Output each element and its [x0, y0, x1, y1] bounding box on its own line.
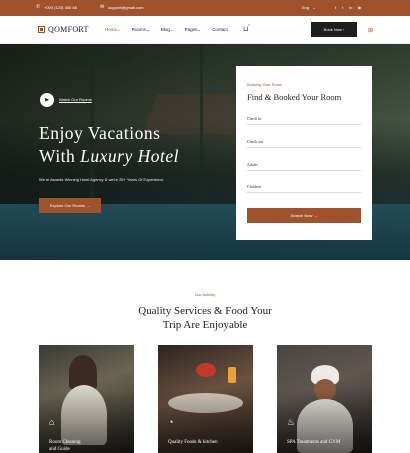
- activity-card-cleaning[interactable]: ⌂ Room Cleaning and Guide: [39, 345, 134, 453]
- top-bar: ✆ +000 (123) 456 88 ✉ support@gmail.com …: [0, 0, 410, 16]
- chevron-right-icon: ›: [247, 115, 249, 120]
- search-now-button[interactable]: Search Now →: [247, 208, 361, 223]
- email-contact[interactable]: ✉ support@gmail.com: [100, 4, 144, 11]
- play-icon: ▶: [45, 97, 49, 103]
- cart-button[interactable]: ⊔ 0: [243, 23, 250, 33]
- hero-section: ▶ Watch Our Rooms Enjoy Vacations With L…: [0, 44, 410, 260]
- booking-tag: Booking Your Room: [247, 82, 283, 87]
- activity-card-food[interactable]: ◔ Quality Foods & kitchen: [158, 345, 253, 453]
- language-label: Eng: [302, 5, 310, 10]
- logo-icon: [38, 26, 45, 33]
- chevron-right-icon: ›: [247, 161, 249, 166]
- logo[interactable]: QOMFORT: [38, 25, 89, 34]
- book-now-button[interactable]: Book Now ›: [311, 22, 357, 37]
- chevron-down-icon: ⌄: [312, 5, 316, 10]
- activity-title: Quality Services & Food Your Trip Are En…: [138, 305, 272, 331]
- twitter-icon[interactable]: t: [342, 5, 343, 10]
- spa-icon: ♨: [287, 417, 296, 427]
- chevron-right-icon: ›: [247, 138, 249, 143]
- card-label: SPA Treatments and GYM: [287, 440, 341, 445]
- cleaning-icon: ⌂: [49, 417, 55, 427]
- adults-field[interactable]: Adults ›: [247, 157, 361, 171]
- hero-title: Enjoy Vacations With Luxury Hotel: [39, 123, 180, 166]
- nav-item-pages[interactable]: Pages⌄: [185, 27, 202, 33]
- youtube-icon[interactable]: ▶: [358, 5, 361, 10]
- palm-trunk: [200, 44, 203, 204]
- nav-item-rooms[interactable]: Rooms⌄: [132, 27, 150, 33]
- hero-subtitle: We're Awards Winning Hotel Agency & we'r…: [39, 177, 164, 182]
- play-video-button[interactable]: ▶: [40, 93, 54, 107]
- activity-card-spa[interactable]: ♨ SPA Treatments and GYM: [277, 345, 372, 453]
- activity-tag: Our Activity: [194, 292, 216, 297]
- card-label: Room Cleaning and Guide: [49, 440, 81, 452]
- card-label: Quality Foods & kitchen: [168, 440, 218, 445]
- palm-leaves: [60, 49, 130, 67]
- check-in-field[interactable]: Check in ›: [247, 111, 361, 125]
- logo-text: QOMFORT: [48, 25, 89, 34]
- phone-icon: ✆: [36, 4, 41, 10]
- nav-menu: Home⌄ Rooms⌄ Blog⌄ Pages⌄ Contact: [105, 27, 228, 33]
- chevron-right-icon: ›: [247, 183, 249, 188]
- booking-form: Booking Your Room Find & Booked Your Roo…: [236, 66, 372, 240]
- grid-menu-icon[interactable]: ⊞: [368, 27, 373, 34]
- nav-item-blog[interactable]: Blog⌄: [161, 27, 174, 33]
- children-field[interactable]: Children ›: [247, 179, 361, 193]
- facebook-icon[interactable]: f: [335, 5, 336, 10]
- check-out-field[interactable]: Check out ›: [247, 134, 361, 148]
- shopping-bag-icon: ⊔: [243, 26, 249, 33]
- email-icon: ✉: [100, 4, 105, 10]
- phone-text: +000 (123) 456 88: [44, 5, 77, 10]
- instagram-icon[interactable]: in: [349, 5, 352, 10]
- main-nav: QOMFORT Home⌄ Rooms⌄ Blog⌄ Pages⌄ Contac…: [0, 16, 410, 44]
- cart-count: 0: [248, 23, 250, 27]
- nav-item-home[interactable]: Home⌄: [105, 27, 121, 33]
- email-text: support@gmail.com: [108, 5, 144, 10]
- booking-title: Find & Booked Your Room: [247, 92, 342, 102]
- nav-item-contact[interactable]: Contact: [212, 27, 228, 33]
- social-links: f t in ▶: [335, 5, 361, 10]
- food-icon: ◔: [168, 417, 174, 427]
- language-select[interactable]: Eng ⌄: [302, 5, 315, 10]
- watch-rooms-link[interactable]: Watch Our Rooms: [59, 97, 92, 102]
- explore-rooms-button[interactable]: Explore Our Rooms →: [39, 198, 101, 213]
- phone-contact[interactable]: ✆ +000 (123) 456 88: [36, 4, 77, 11]
